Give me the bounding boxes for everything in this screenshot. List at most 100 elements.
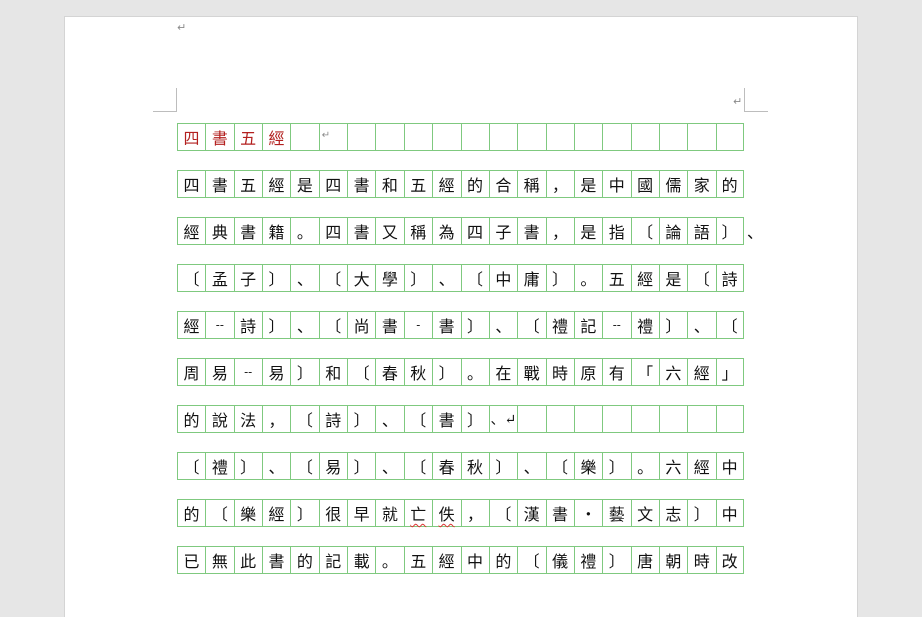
grid-cell[interactable]: 大 [347,265,375,291]
grid-cell[interactable]: 典 [205,218,233,244]
grid-cell[interactable] [602,124,630,150]
grid-cell[interactable]: 禮 [573,547,602,573]
grid-cell[interactable]: -- [233,359,262,385]
grid-cell[interactable]: 載 [347,547,375,573]
grid-cell[interactable]: 法 [233,406,262,432]
grid-cell[interactable]: 〕 [347,406,375,432]
grid-cell[interactable]: 是 [658,265,687,291]
grid-cell[interactable]: 的 [177,406,205,432]
grid-cell[interactable] [630,124,659,150]
grid-cell[interactable]: 記 [573,312,602,338]
grid-cell[interactable] [715,124,744,150]
grid-cell[interactable]: 經 [262,500,290,526]
grid-cell[interactable]: 孟 [205,265,233,291]
grid-cell[interactable]: 禮 [205,453,233,479]
grid-cell[interactable]: 書 [347,171,375,197]
grid-cell[interactable]: 、 [375,406,403,432]
grid-cell[interactable] [403,124,432,150]
grid-cell[interactable]: 四 [177,124,205,150]
grid-cell[interactable]: 〔 [318,265,347,291]
grid-cell[interactable]: 無 [205,547,233,573]
grid-cell[interactable]: 書 [347,218,375,244]
grid-cell[interactable]: 的 [290,547,318,573]
grid-cell[interactable]: 和 [375,171,403,197]
grid-cell[interactable] [375,124,403,150]
grid-cell[interactable]: 文 [630,500,659,526]
grid-cell[interactable]: 。 [460,359,489,385]
grid-cell[interactable]: 經 [432,171,460,197]
grid-cell[interactable]: 、 [290,265,318,291]
grid-cell[interactable] [545,406,574,432]
grid-cell[interactable] [460,124,489,150]
grid-cell[interactable]: 中 [460,547,489,573]
grid-cell[interactable] [658,406,687,432]
grid-cell[interactable]: 經 [432,547,460,573]
grid-cell[interactable]: 尚 [347,312,375,338]
grid-cell[interactable]: 詩 [318,406,347,432]
grid-cell[interactable]: 書 [432,312,460,338]
grid-cell[interactable]: 、 [262,453,290,479]
grid-cell[interactable]: 六 [658,453,687,479]
grid-cell[interactable]: 禮 [545,312,574,338]
grid-cell[interactable]: 秋 [460,453,489,479]
grid-cell[interactable]: 、 [517,453,545,479]
grid-cell[interactable]: 儒 [658,171,687,197]
grid-cell[interactable]: 是 [573,218,602,244]
grid-cell[interactable]: 〔 [177,265,205,291]
grid-cell[interactable]: 五 [403,171,432,197]
grid-cell[interactable]: 〔 [290,453,318,479]
grid-cell[interactable] [573,124,602,150]
grid-cell[interactable]: 籍 [262,218,290,244]
grid-cell[interactable]: 〔 [488,500,517,526]
grid-cell[interactable]: 、↵ [488,406,517,432]
grid-cell[interactable]: 戰 [517,359,545,385]
grid-cell[interactable]: 〔 [517,547,545,573]
grid-cell[interactable]: 論 [658,218,687,244]
grid-cell[interactable]: 是 [290,171,318,197]
grid-cell[interactable]: 書 [262,547,290,573]
grid-cell[interactable]: 中 [715,453,744,479]
grid-cell[interactable]: 樂 [573,453,602,479]
grid-cell[interactable] [687,124,715,150]
grid-cell[interactable]: 〕 [658,312,687,338]
grid-cell[interactable]: 稱 [403,218,432,244]
manuscript-grid[interactable]: 四書五經 ↵ 四書五經是四書和五經的合稱，是中國儒家的經典書籍。四書又稱為四子書，是… [177,123,763,593]
grid-cell[interactable]: ， [262,406,290,432]
grid-cell[interactable]: 早 [347,500,375,526]
grid-cell[interactable]: 易 [262,359,290,385]
grid-cell[interactable]: 家 [687,171,715,197]
grid-cell[interactable]: 六 [658,359,687,385]
grid-cell[interactable]: 的 [177,500,205,526]
grid-cell[interactable]: 、 [687,312,715,338]
grid-cell[interactable]: 藝 [602,500,630,526]
grid-cell[interactable]: 書 [233,218,262,244]
grid-cell[interactable]: 的 [715,171,744,197]
grid-cell[interactable]: 、 [488,312,517,338]
grid-cell[interactable]: 五 [403,547,432,573]
grid-cell[interactable]: 、 [290,312,318,338]
grid-cell[interactable]: 」 [715,359,744,385]
grid-cell[interactable]: 改 [715,547,744,573]
grid-cell[interactable]: 四 [318,171,347,197]
grid-cell[interactable]: 、 [432,265,460,291]
grid-cell[interactable]: 〕 [545,265,574,291]
grid-cell[interactable]: 〕 [460,406,489,432]
grid-cell[interactable]: 此 [233,547,262,573]
grid-cell[interactable]: 子 [233,265,262,291]
grid-cell[interactable]: 〕 [602,547,630,573]
grid-cell[interactable]: 稱 [517,171,545,197]
grid-cell[interactable]: 子 [488,218,517,244]
grid-cell[interactable]: ・ [573,500,602,526]
grid-cell[interactable]: 學 [375,265,403,291]
grid-cell[interactable]: 易 [318,453,347,479]
grid-cell[interactable]: 經 [630,265,659,291]
grid-cell[interactable]: 國 [630,171,659,197]
grid-cell[interactable]: 〕 [687,500,715,526]
grid-cell[interactable]: 書 [375,312,403,338]
grid-cell[interactable]: 中 [715,500,744,526]
grid-cell[interactable] [432,124,460,150]
grid-cell[interactable]: 庸 [517,265,545,291]
grid-cell[interactable]: 〕 [347,453,375,479]
grid-cell[interactable]: 記 [318,547,347,573]
grid-cell[interactable]: 五 [233,124,262,150]
